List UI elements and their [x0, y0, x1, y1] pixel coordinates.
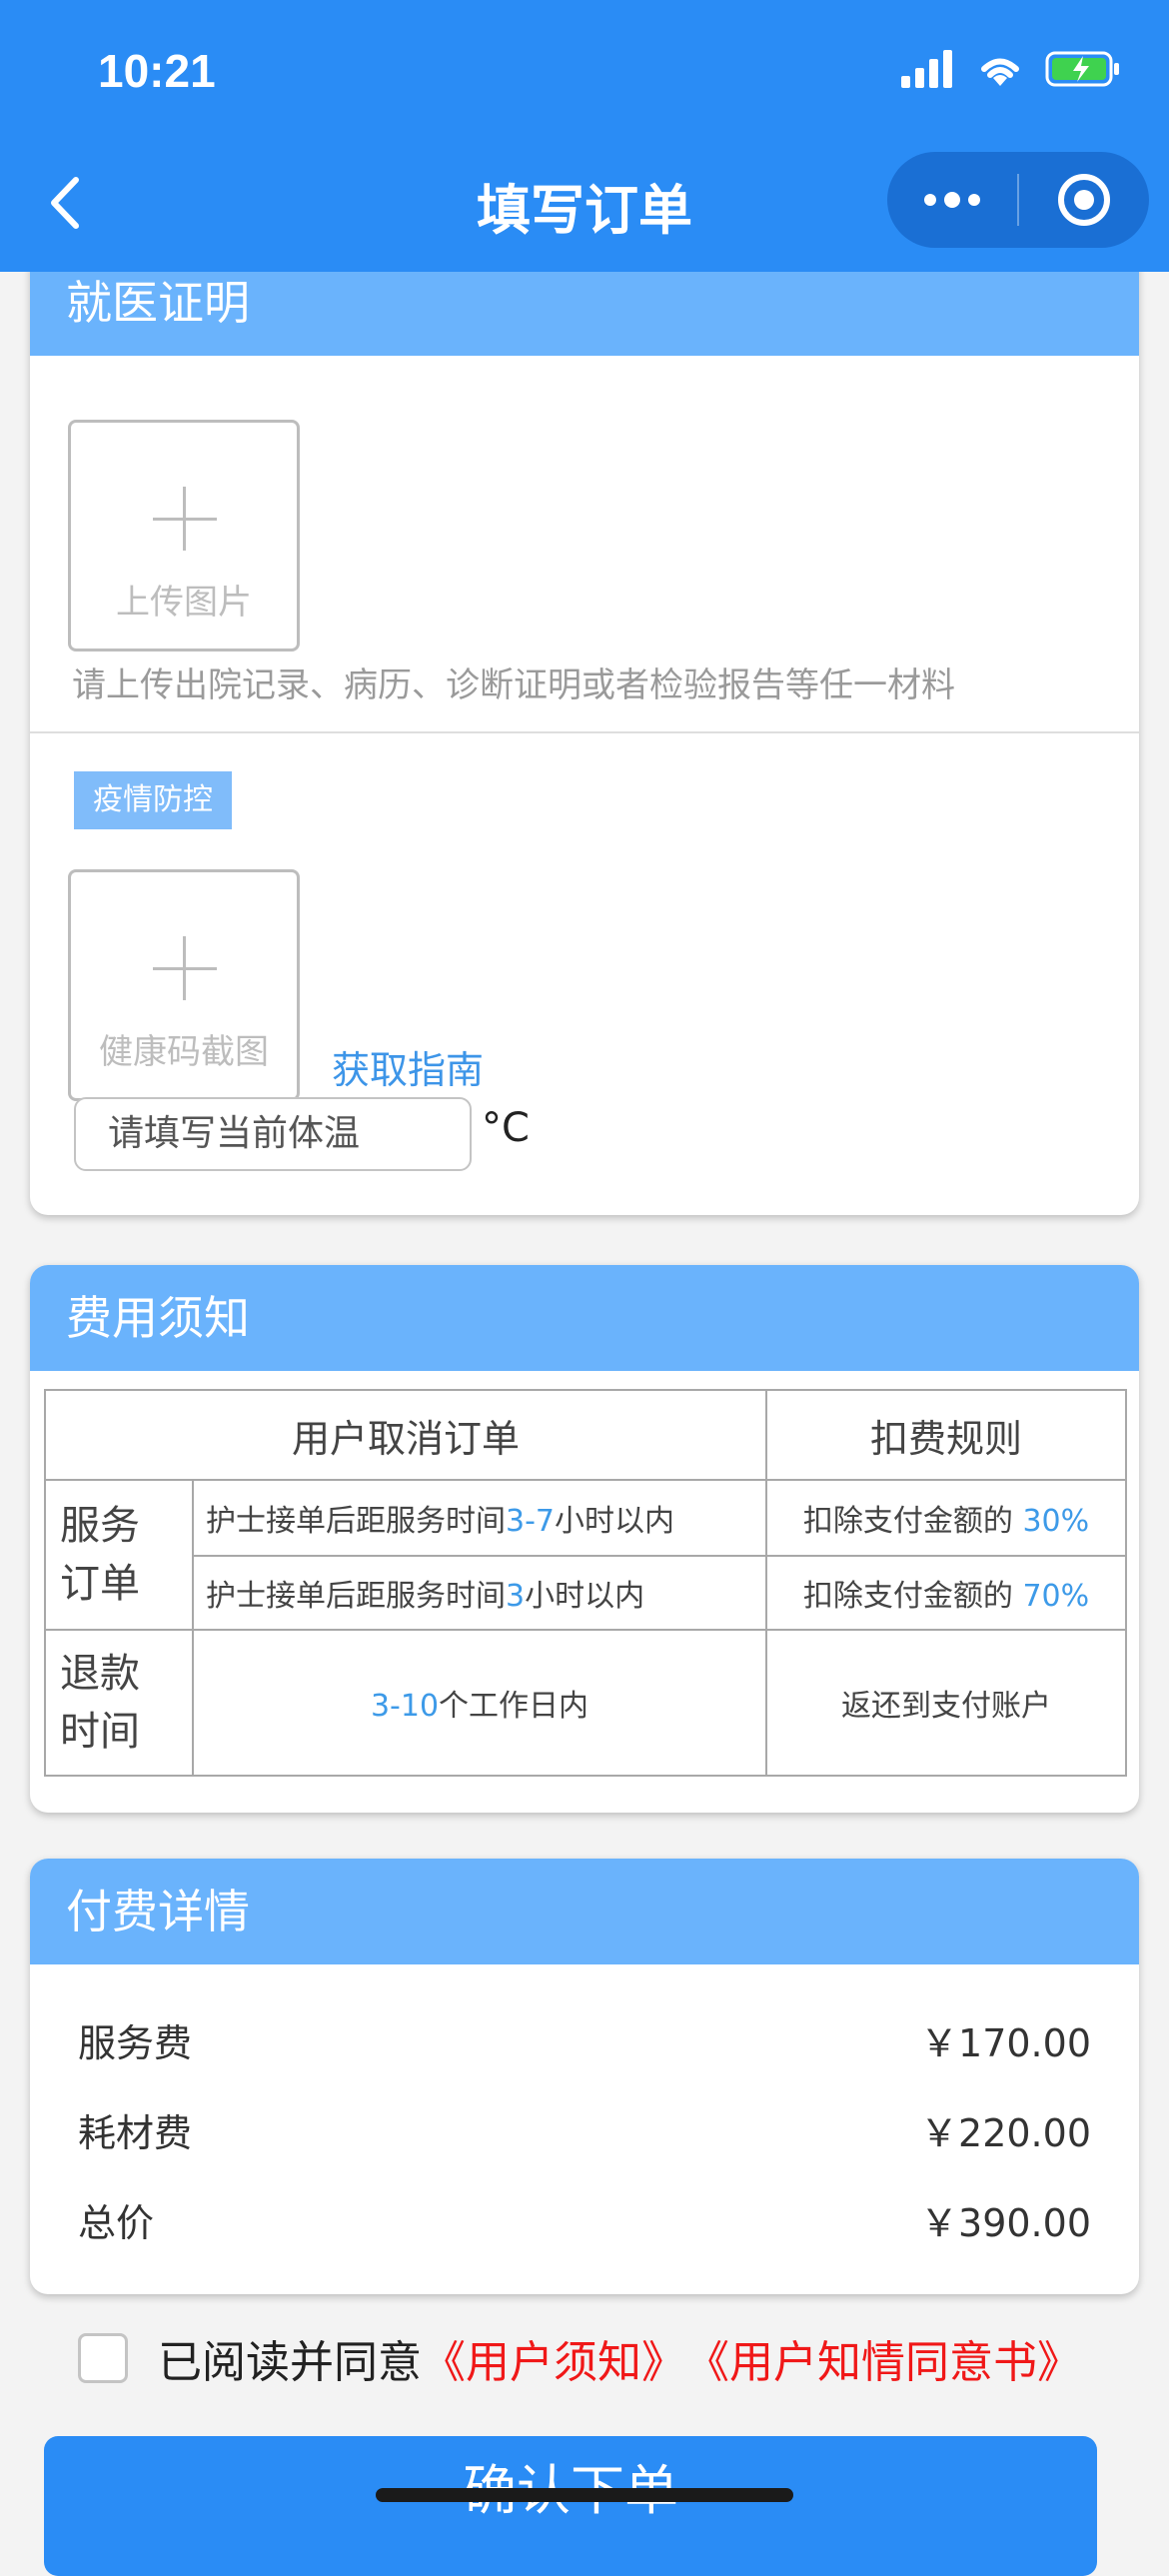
total-price-value: ￥390.00 — [920, 2201, 1091, 2245]
cancel-condition: 护士接单后距服务时间3-7小时以内 — [191, 1479, 768, 1557]
refund-days-suffix: 个工作日内 — [439, 1689, 589, 1724]
condition-text: 护士接单后距服务时间 — [206, 1504, 506, 1539]
table-header-row: 用户取消订单 扣费规则 — [43, 1389, 1128, 1481]
refund-time-label: 退款 时间 — [44, 1629, 194, 1777]
more-button[interactable] — [887, 152, 1017, 248]
health-code-label: 健康码截图 — [99, 1032, 269, 1072]
condition-hours: 3-7 — [506, 1504, 555, 1539]
status-time: 10:21 — [98, 45, 216, 97]
condition-hours: 3 — [506, 1579, 526, 1614]
deduction-rule: 扣除支付金额的 30% — [765, 1479, 1128, 1557]
deduction-rule: 扣除支付金额的 70% — [765, 1555, 1128, 1631]
rule-text: 扣除支付金额的 — [802, 1504, 1023, 1539]
rule-percent: 70% — [1022, 1579, 1090, 1614]
wifi-icon — [981, 58, 1019, 86]
header-cancel: 用户取消订单 — [43, 1389, 768, 1481]
fee-notice-card: 费用须知 用户取消订单 扣费规则 服务 订单 护士接单后距服务时间3-7小时以内… — [30, 1265, 1139, 1813]
section-divider — [30, 731, 1139, 733]
user-notice-link[interactable]: 《用户须知》 — [422, 2326, 685, 2390]
confirm-order-button[interactable]: 确认下单 — [44, 2436, 1097, 2576]
total-price-label: 总价 — [78, 2201, 155, 2245]
rule-text: 扣除支付金额的 — [802, 1579, 1023, 1614]
upload-image-label: 上传图片 — [116, 583, 252, 623]
header-rule: 扣费规则 — [765, 1389, 1128, 1481]
upload-hint: 请上传出院记录、病历、诊断证明或者检验报告等任一材料 — [72, 665, 955, 705]
status-icons — [901, 50, 1121, 88]
rule-percent: 30% — [1022, 1504, 1090, 1539]
service-fee-value: ￥170.00 — [920, 2021, 1091, 2065]
condition-text: 护士接单后距服务时间 — [206, 1579, 506, 1614]
epidemic-tag: 疫情防控 — [74, 771, 232, 829]
payment-details-card: 付费详情 服务费 ￥170.00 耗材费 ￥220.00 总价 ￥390.00 — [30, 1859, 1139, 2294]
upload-image-button[interactable]: 上传图片 — [68, 420, 300, 651]
material-fee-label: 耗材费 — [78, 2111, 193, 2155]
agreement-text: 已阅读并同意 — [158, 2337, 422, 2388]
material-fee-value: ￥220.00 — [920, 2111, 1091, 2155]
table-row: 护士接单后距服务时间3小时以内 扣除支付金额的 70% — [45, 1555, 1128, 1631]
plus-icon-vertical — [183, 936, 186, 1000]
temperature-input[interactable]: 请填写当前体温 — [74, 1097, 472, 1171]
service-fee-row: 服务费 ￥170.00 — [78, 2012, 1091, 2067]
get-guide-link[interactable]: 获取指南 — [332, 1039, 484, 1094]
total-price-row: 总价 ￥390.00 — [78, 2192, 1091, 2247]
condition-suffix: 小时以内 — [525, 1579, 645, 1614]
cancel-condition: 护士接单后距服务时间3小时以内 — [191, 1555, 768, 1631]
service-fee-label: 服务费 — [78, 2021, 193, 2065]
navigation-bar: 10:21 填写订单 — [0, 0, 1169, 272]
service-order-label: 服务 订单 — [44, 1479, 194, 1631]
more-icon — [924, 192, 980, 208]
signal-icon — [901, 50, 952, 88]
material-fee-row: 耗材费 ￥220.00 — [78, 2102, 1091, 2157]
refund-days: 3-10 — [370, 1689, 440, 1724]
agree-checkbox[interactable] — [78, 2333, 128, 2383]
target-icon — [1058, 174, 1110, 226]
battery-icon — [1045, 51, 1119, 87]
payment-details-title: 付费详情 — [30, 1859, 1139, 1964]
temperature-unit: °C — [482, 1105, 530, 1151]
home-indicator — [376, 2488, 793, 2502]
informed-consent-link[interactable]: 《用户知情同意书》 — [685, 2326, 1081, 2390]
refund-duration: 3-10个工作日内 — [191, 1629, 768, 1777]
table-row: 退款 时间 3-10个工作日内 返还到支付账户 — [44, 1629, 1128, 1777]
table-row: 服务 订单 护士接单后距服务时间3-7小时以内 扣除支付金额的 30% — [44, 1479, 1128, 1631]
condition-suffix: 小时以内 — [555, 1504, 674, 1539]
fee-notice-title: 费用须知 — [30, 1265, 1139, 1371]
health-code-upload-button[interactable]: 健康码截图 — [68, 869, 300, 1101]
close-mini-program-button[interactable] — [1019, 152, 1149, 248]
mini-program-capsule — [887, 152, 1149, 248]
plus-icon-vertical — [183, 487, 186, 551]
medical-proof-card: 就医证明 上传图片 请上传出院记录、病历、诊断证明或者检验报告等任一材料 疫情防… — [30, 250, 1139, 1215]
fee-rules-table: 用户取消订单 扣费规则 服务 订单 护士接单后距服务时间3-7小时以内 扣除支付… — [43, 1389, 1128, 1777]
refund-rule: 返还到支付账户 — [765, 1629, 1128, 1777]
agreement-row: 已阅读并同意 《用户须知》 《用户知情同意书》 — [78, 2326, 1081, 2390]
